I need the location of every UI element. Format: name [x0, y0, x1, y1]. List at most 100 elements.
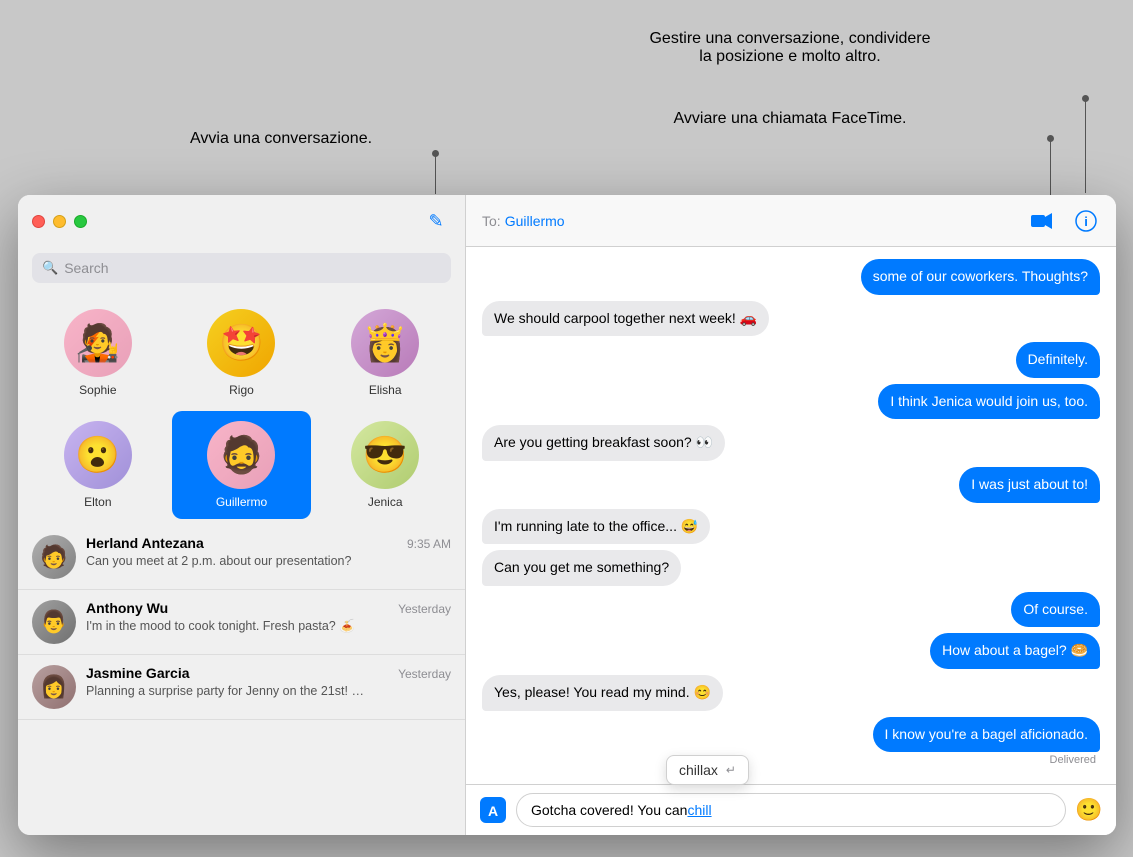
message-row: How about a bagel? 🥯 [482, 633, 1100, 669]
message-bubble: I was just about to! [959, 467, 1100, 503]
autocomplete-word: chillax [679, 762, 718, 778]
messages-area: some of our coworkers. Thoughts? We shou… [466, 247, 1116, 784]
conv-preview-jasmine: Planning a surprise party for Jenny on t… [86, 683, 366, 700]
facetime-button[interactable] [1028, 207, 1056, 235]
svg-text:A: A [488, 803, 498, 819]
main-window: ✎ 🔍 Search 🧑‍🎤 Sophie 🤩 Rigo [18, 195, 1116, 835]
message-bubble: I think Jenica would join us, too. [878, 384, 1100, 420]
pinned-contact-guillermo[interactable]: 🧔 Guillermo [172, 411, 312, 519]
sidebar: ✎ 🔍 Search 🧑‍🎤 Sophie 🤩 Rigo [18, 195, 466, 835]
annotation-line-2 [1085, 97, 1086, 193]
message-bubble: We should carpool together next week! 🚗 [482, 301, 769, 337]
maximize-button[interactable] [74, 215, 87, 228]
conversation-list: 🧑 Herland Antezana 9:35 AM Can you meet … [18, 525, 465, 835]
message-row: We should carpool together next week! 🚗 [482, 301, 1100, 337]
contact-name-elisha: Elisha [369, 383, 402, 397]
search-bar[interactable]: 🔍 Search [32, 253, 451, 283]
pinned-contact-elisha[interactable]: 👸 Elisha [315, 299, 455, 407]
annotation-facetime: Avviare una chiamata FaceTime. [610, 110, 970, 128]
message-bubble: I know you're a bagel aficionado. [873, 717, 1100, 753]
conv-name-herland: Herland Antezana [86, 535, 204, 551]
contact-name-sophie: Sophie [79, 383, 116, 397]
message-row: I'm running late to the office... 😅 [482, 509, 1100, 545]
emoji-button[interactable]: 🙂 [1074, 795, 1104, 825]
avatar-jasmine: 👩 [32, 665, 76, 709]
avatar-jenica: 😎 [351, 421, 419, 489]
chat-header: To: Guillermo i [466, 195, 1116, 247]
pinned-contact-elton[interactable]: 😮 Elton [28, 411, 168, 519]
message-row: Of course. [482, 592, 1100, 628]
conv-preview-anthony: I'm in the mood to cook tonight. Fresh p… [86, 618, 366, 635]
message-bubble: some of our coworkers. Thoughts? [861, 259, 1100, 295]
message-bubble: Definitely. [1016, 342, 1100, 378]
avatar-elisha: 👸 [351, 309, 419, 377]
conversation-item-anthony[interactable]: 👨 Anthony Wu Yesterday I'm in the mood t… [18, 590, 465, 655]
app-store-button[interactable]: A [478, 795, 508, 825]
video-icon [1031, 213, 1053, 229]
message-row: some of our coworkers. Thoughts? [482, 259, 1100, 295]
pinned-contact-sophie[interactable]: 🧑‍🎤 Sophie [28, 299, 168, 407]
annotation-dot-2 [1082, 95, 1089, 102]
compose-icon: ✎ [428, 211, 443, 232]
search-placeholder: Search [64, 260, 108, 276]
autocomplete-arrow: ↵ [726, 763, 736, 777]
message-row: Definitely. [482, 342, 1100, 378]
conv-preview-herland: Can you meet at 2 p.m. about our present… [86, 553, 366, 570]
autocomplete-suggestion[interactable]: chillax ↵ [666, 755, 749, 785]
message-bubble: Can you get me something? [482, 550, 681, 586]
annotation-dot-1 [432, 150, 439, 157]
info-icon: i [1075, 210, 1097, 232]
app-store-icon: A [480, 797, 506, 823]
input-area: A Gotcha covered! You can chill 🙂 chilla… [466, 784, 1116, 835]
pinned-contact-rigo[interactable]: 🤩 Rigo [172, 299, 312, 407]
avatar-rigo: 🤩 [207, 309, 275, 377]
pinned-contacts: 🧑‍🎤 Sophie 🤩 Rigo 👸 Elisha [18, 293, 465, 525]
message-bubble: How about a bagel? 🥯 [930, 633, 1100, 669]
message-row: Are you getting breakfast soon? 👀 [482, 425, 1100, 461]
close-button[interactable] [32, 215, 45, 228]
avatar-sophie: 🧑‍🎤 [64, 309, 132, 377]
message-input-highlight: chill [687, 802, 711, 818]
traffic-lights [32, 215, 87, 228]
conv-content-herland: Herland Antezana 9:35 AM Can you meet at… [86, 535, 451, 570]
avatar-guillermo: 🧔 [207, 421, 275, 489]
chat-recipient[interactable]: Guillermo [505, 213, 565, 229]
contact-name-elton: Elton [84, 495, 111, 509]
message-bubble: I'm running late to the office... 😅 [482, 509, 710, 545]
message-bubble: Of course. [1011, 592, 1100, 628]
pinned-contact-jenica[interactable]: 😎 Jenica [315, 411, 455, 519]
conv-name-anthony: Anthony Wu [86, 600, 168, 616]
message-row: Yes, please! You read my mind. 😊 [482, 675, 1100, 711]
conv-content-jasmine: Jasmine Garcia Yesterday Planning a surp… [86, 665, 451, 700]
conv-time-jasmine: Yesterday [398, 667, 451, 681]
delivered-label: Delivered [1050, 754, 1100, 766]
svg-text:i: i [1084, 214, 1088, 229]
minimize-button[interactable] [53, 215, 66, 228]
info-button[interactable]: i [1072, 207, 1100, 235]
titlebar: ✎ [18, 195, 465, 247]
message-input-text: Gotcha covered! You can [531, 802, 687, 818]
last-message-group: I know you're a bagel aficionado. Delive… [482, 717, 1100, 767]
conv-content-anthony: Anthony Wu Yesterday I'm in the mood to … [86, 600, 451, 635]
message-input-field[interactable]: Gotcha covered! You can chill [516, 793, 1066, 827]
conv-time-anthony: Yesterday [398, 602, 451, 616]
compose-button[interactable]: ✎ [421, 206, 451, 236]
annotation-line-3 [1050, 137, 1051, 199]
message-bubble: Yes, please! You read my mind. 😊 [482, 675, 723, 711]
message-bubble: Are you getting breakfast soon? 👀 [482, 425, 725, 461]
conversation-item-herland[interactable]: 🧑 Herland Antezana 9:35 AM Can you meet … [18, 525, 465, 590]
avatar-elton: 😮 [64, 421, 132, 489]
avatar-anthony: 👨 [32, 600, 76, 644]
annotation-line-1 [435, 152, 436, 194]
annotation-dot-3 [1047, 135, 1054, 142]
chat-header-actions: i [1028, 207, 1100, 235]
avatar-herland: 🧑 [32, 535, 76, 579]
contact-name-rigo: Rigo [229, 383, 254, 397]
contact-name-guillermo: Guillermo [216, 495, 267, 509]
annotation-start-conversation: Avvia una conversazione. [190, 130, 372, 148]
message-row: I know you're a bagel aficionado. [482, 717, 1100, 753]
message-row: I was just about to! [482, 467, 1100, 503]
conversation-item-jasmine[interactable]: 👩 Jasmine Garcia Yesterday Planning a su… [18, 655, 465, 720]
message-row: I think Jenica would join us, too. [482, 384, 1100, 420]
emoji-icon: 🙂 [1075, 797, 1102, 823]
